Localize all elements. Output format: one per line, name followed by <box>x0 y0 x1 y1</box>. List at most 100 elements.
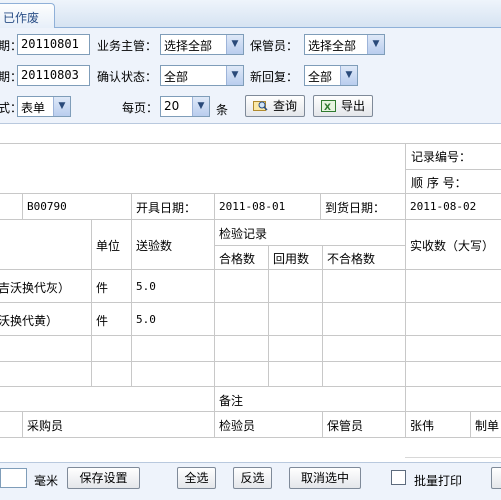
supervisor-label: 业务主管： <box>97 39 158 53</box>
grid-line <box>470 411 471 437</box>
query-button-label: 查询 <box>272 99 297 113</box>
export-button-label: 导出 <box>340 99 365 113</box>
grid-line <box>0 219 501 220</box>
grid-line <box>131 193 132 219</box>
maker-label: 制单 <box>475 419 500 433</box>
per-page-value: 20 <box>164 99 180 113</box>
unit-header: 单位 <box>96 239 121 253</box>
item-qty: 5.0 <box>136 313 156 326</box>
invert-selection-button[interactable]: 反选 <box>233 467 272 489</box>
keeper-select-value: 选择全部 <box>308 39 357 53</box>
grid-line <box>0 386 501 387</box>
grid-line <box>322 411 323 437</box>
excel-icon: X <box>320 98 336 113</box>
arrival-date: 2011-08-02 <box>410 200 477 213</box>
keeper-select[interactable]: 选择全部 ▼ <box>304 34 385 55</box>
item-unit: 件 <box>96 281 109 295</box>
seq-no-label: 顺 序 号： <box>411 176 467 190</box>
chevron-down-icon: ▼ <box>340 66 357 85</box>
new-reply-select[interactable]: 全部 ▼ <box>304 65 358 86</box>
confirm-status-select[interactable]: 全部 ▼ <box>160 65 244 86</box>
sent-qty-header: 送验数 <box>136 239 173 253</box>
display-mode-select[interactable]: 表单 ▼ <box>17 96 71 117</box>
confirm-status-value: 全部 <box>164 70 189 84</box>
remark-label: 备注 <box>219 394 244 408</box>
grid-line <box>0 411 501 412</box>
select-all-button[interactable]: 全选 <box>177 467 216 489</box>
more-button[interactable] <box>491 467 501 489</box>
item-name: 沃换代黄） <box>0 314 59 328</box>
chevron-down-icon: ▼ <box>226 66 243 85</box>
doc-code: B00790 <box>27 200 67 213</box>
chevron-down-icon: ▼ <box>367 35 384 54</box>
filter-panel: 期： 20110801 业务主管： 选择全部 ▼ 保管员： 选择全部 ▼ 期： … <box>0 28 501 124</box>
new-reply-value: 全部 <box>308 70 333 84</box>
tab-voided-label: 已作废 <box>3 11 40 25</box>
batch-print-label: 批量打印 <box>414 474 463 488</box>
grid-line <box>214 245 405 246</box>
unqualified-header: 不合格数 <box>327 252 376 266</box>
bottom-toolbar: 毫米 保存设置 全选 反选 取消选中 批量打印 <box>0 462 501 500</box>
grid-line <box>0 437 501 438</box>
per-page-select[interactable]: 20 ▼ <box>160 96 210 117</box>
new-reply-label: 新回复： <box>250 70 299 84</box>
per-page-unit: 条 <box>216 103 229 117</box>
batch-print-checkbox[interactable] <box>391 470 406 485</box>
export-button[interactable]: X 导出 <box>313 95 373 117</box>
tab-strip: 已作废 <box>0 0 501 28</box>
grid-line <box>405 169 501 170</box>
chevron-down-icon: ▼ <box>192 97 209 116</box>
date-from-input[interactable]: 20110801 <box>17 34 90 55</box>
search-icon <box>252 98 268 111</box>
grid-line <box>22 193 23 219</box>
grid-line <box>131 219 132 386</box>
query-button[interactable]: 查询 <box>245 95 305 117</box>
margin-input[interactable] <box>0 468 27 488</box>
grid-line <box>0 335 501 336</box>
tab-voided[interactable]: 已作废 <box>0 3 55 28</box>
item-name: 吉沃换代灰） <box>0 281 71 295</box>
supervisor-select[interactable]: 选择全部 ▼ <box>160 34 244 55</box>
keeper-filter-label: 保管员： <box>250 39 299 53</box>
chevron-down-icon: ▼ <box>226 35 243 54</box>
keeper-name: 张伟 <box>410 419 435 433</box>
grid-line <box>405 457 501 458</box>
confirm-status-label: 确认状态： <box>97 70 158 84</box>
grid-line <box>405 143 406 437</box>
grid-line <box>0 302 501 303</box>
grid-line <box>214 219 215 437</box>
unit-mm-label: 毫米 <box>34 474 59 488</box>
grid-line <box>268 245 269 386</box>
grid-line <box>0 193 501 194</box>
record-no-label: 记录编号： <box>411 150 472 164</box>
grid-line <box>0 143 501 144</box>
issue-date: 2011-08-01 <box>219 200 286 213</box>
inspection-record-header: 检验记录 <box>219 227 268 241</box>
actual-qty-header: 实收数（大写） <box>410 239 495 253</box>
date-to-input[interactable]: 20110803 <box>17 65 90 86</box>
display-mode-value: 表单 <box>21 101 46 115</box>
per-page-label: 每页： <box>122 101 159 115</box>
arrival-date-label: 到货日期： <box>325 201 386 215</box>
item-qty: 5.0 <box>136 280 156 293</box>
inspector-label: 检验员 <box>219 419 256 433</box>
buyer-label: 采购员 <box>27 419 64 433</box>
grid-line <box>322 245 323 386</box>
item-unit: 件 <box>96 314 109 328</box>
save-settings-button[interactable]: 保存设置 <box>67 467 140 489</box>
chevron-down-icon: ▼ <box>53 97 70 116</box>
keeper-sign-label: 保管员 <box>327 419 364 433</box>
grid-line <box>320 193 321 219</box>
qualified-header: 合格数 <box>219 252 256 266</box>
svg-text:X: X <box>324 103 331 112</box>
grid-line <box>22 411 23 437</box>
document-view: 记录编号： 顺 序 号： B00790 开具日期： 2011-08-01 到货日… <box>0 124 501 462</box>
returned-header: 回用数 <box>273 252 310 266</box>
supervisor-select-value: 选择全部 <box>164 39 213 53</box>
grid-line <box>0 269 501 270</box>
issue-date-label: 开具日期： <box>136 201 197 215</box>
grid-line <box>0 361 501 362</box>
grid-line <box>214 193 215 219</box>
cancel-selection-button[interactable]: 取消选中 <box>289 467 361 489</box>
grid-line <box>91 219 92 386</box>
